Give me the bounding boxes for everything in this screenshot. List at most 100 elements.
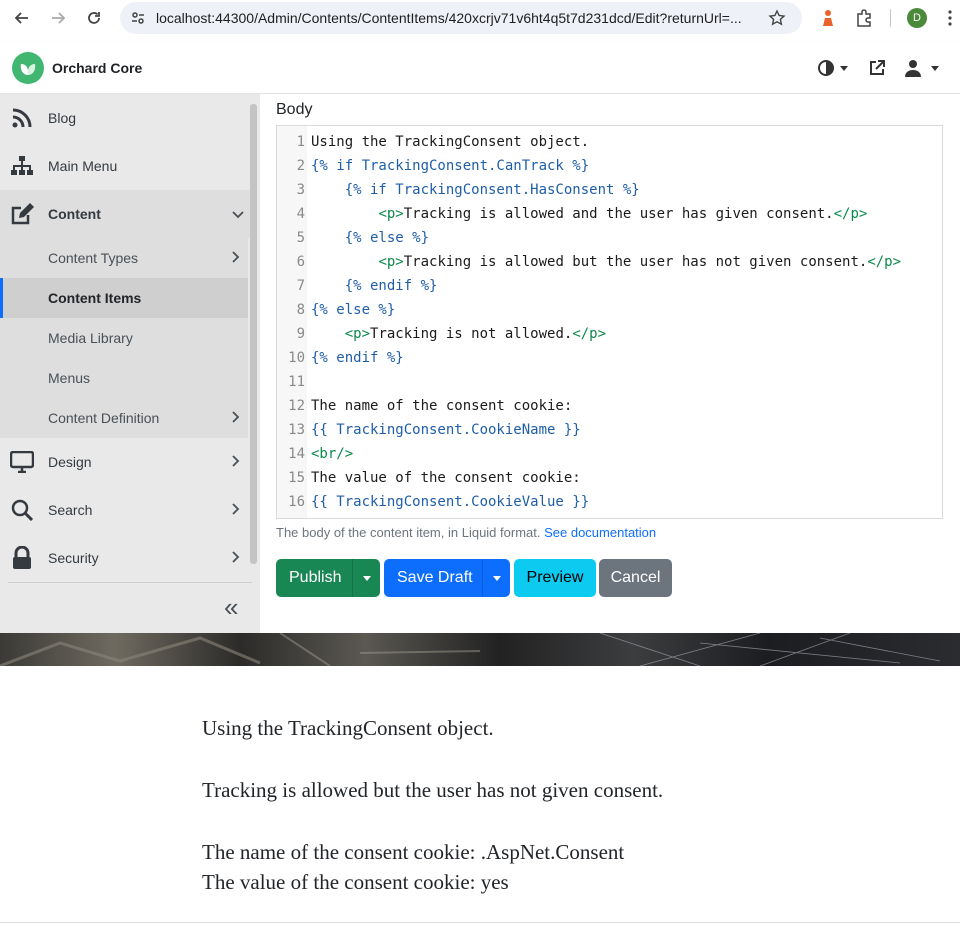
code-line[interactable]: 5 {% else %} (277, 226, 942, 250)
save-draft-dropdown-toggle[interactable] (482, 559, 510, 597)
code-line[interactable]: 15 The value of the consent cookie: (277, 466, 942, 490)
sidebar-item-main-menu[interactable]: Main Menu (0, 142, 252, 190)
body-help-text: The body of the content item, in Liquid … (276, 525, 656, 540)
html-tag-token: <br/> (311, 446, 354, 462)
orchard-logo-icon[interactable] (12, 52, 44, 84)
code-line[interactable]: 6 <p>Tracking is allowed but the user ha… (277, 250, 942, 274)
code-line[interactable]: 14 <br/> (277, 442, 942, 466)
forward-icon[interactable] (48, 8, 68, 28)
line-number: 3 (296, 182, 305, 198)
line-number: 13 (288, 422, 305, 438)
save-draft-button[interactable]: Save Draft (397, 569, 473, 587)
liquid-token: {{ TrackingConsent.CookieName }} (311, 422, 581, 438)
code-text: {% if TrackingConsent.CanTrack %} (311, 154, 589, 178)
line-number: 16 (288, 494, 305, 510)
sidebar-item-menus[interactable]: Menus (0, 358, 248, 398)
content-editor: Body 1 Using the TrackingConsent object. 2… (260, 94, 960, 633)
code-line[interactable]: 8 {% else %} (277, 298, 942, 322)
code-text: {% if TrackingConsent.HasConsent %} (311, 178, 640, 202)
sidebar-item-content-types[interactable]: Content Types (0, 238, 248, 278)
line-number: 5 (296, 230, 305, 246)
html-tag-token: <p> (378, 206, 404, 222)
sidebar-item-label: Content (48, 206, 101, 222)
sidebar-divider (8, 582, 252, 583)
profile-avatar[interactable]: D (907, 8, 927, 28)
publish-dropdown-toggle[interactable] (352, 559, 380, 597)
code-line[interactable]: 13 {{ TrackingConsent.CookieName }} (277, 418, 942, 442)
reload-icon[interactable] (84, 8, 104, 28)
text-token: The name of the consent cookie: (311, 398, 573, 414)
sidebar-item-label: Security (48, 550, 99, 566)
code-line[interactable]: 12 The name of the consent cookie: (277, 394, 942, 418)
sidebar-item-media-library[interactable]: Media Library (0, 318, 248, 358)
code-text: {{ TrackingConsent.CookieValue }} (311, 490, 589, 514)
liquid-code-editor[interactable]: 1 Using the TrackingConsent object. 2 {% if… (276, 125, 943, 519)
back-icon[interactable] (12, 8, 32, 28)
sidebar-item-content[interactable]: Content (0, 190, 252, 238)
liquid-token: {% else %} (311, 302, 396, 318)
sidebar-item-search[interactable]: Search (0, 486, 252, 534)
liquid-token: {{ TrackingConsent.CookieValue }} (311, 494, 590, 510)
code-text: The value of the consent cookie: (311, 466, 581, 490)
sidebar-item-design[interactable]: Design (0, 438, 252, 486)
user-menu-icon[interactable] (904, 58, 939, 78)
preview-button[interactable]: Preview (514, 559, 596, 597)
code-line[interactable]: 2 {% if TrackingConsent.CanTrack %} (277, 154, 942, 178)
code-text: {% endif %} (311, 346, 404, 370)
line-number: 9 (296, 326, 305, 342)
sitemap-icon (10, 154, 34, 178)
more-options-icon[interactable] (944, 8, 956, 28)
puzzle-icon[interactable] (854, 8, 874, 28)
code-line[interactable]: 4 <p>Tracking is allowed and the user ha… (277, 202, 942, 226)
theme-toggle-icon[interactable] (817, 58, 848, 78)
sidebar-item-blog[interactable]: Blog (0, 94, 252, 142)
code-line[interactable]: 3 {% if TrackingConsent.HasConsent %} (277, 178, 942, 202)
code-line[interactable]: 9 <p>Tracking is not allowed.</p> (277, 322, 942, 346)
code-text: {% endif %} (311, 274, 438, 298)
bookmark-star-icon[interactable] (768, 9, 786, 32)
toolbar-divider (890, 9, 891, 27)
line-number: 6 (296, 254, 305, 270)
code-line[interactable]: 16 {{ TrackingConsent.CookieValue }} (277, 490, 942, 514)
browser-toolbar: localhost:44300/Admin/Contents/ContentIt… (0, 0, 960, 36)
rss-icon (10, 106, 34, 130)
external-link-icon[interactable] (868, 58, 886, 78)
publish-button[interactable]: Publish (289, 569, 341, 587)
sidebar-item-security[interactable]: Security (0, 534, 252, 582)
sidebar-item-content-definition[interactable]: Content Definition (0, 398, 248, 438)
line-number: 7 (296, 278, 305, 294)
sidebar-scrollbar[interactable] (250, 104, 257, 564)
collapse-sidebar-button[interactable]: « (224, 594, 238, 620)
body-field-label: Body (276, 101, 313, 118)
code-line[interactable]: 1 Using the TrackingConsent object. (277, 130, 942, 154)
address-bar[interactable]: localhost:44300/Admin/Contents/ContentIt… (120, 2, 802, 34)
liquid-token: {% endif %} (344, 278, 438, 294)
code-text: <br/> (311, 442, 353, 466)
sidebar-item-label: Content Definition (48, 410, 160, 426)
url-text: localhost:44300/Admin/Contents/ContentIt… (156, 10, 742, 26)
code-text: <p>Tracking is allowed but the user has … (311, 250, 901, 274)
sidebar-item-label: Media Library (48, 330, 133, 346)
brand-name[interactable]: Orchard Core (52, 60, 142, 76)
cancel-button[interactable]: Cancel (599, 559, 672, 597)
text-token: Using the TrackingConsent object. (311, 134, 590, 150)
preview-line-cookie-value: The value of the consent cookie: yes (202, 870, 509, 894)
chevron-right-icon (232, 550, 240, 566)
sidebar-item-content-items[interactable]: Content Items (0, 278, 248, 318)
extension-icon[interactable] (818, 8, 838, 28)
html-tag-token: </p> (867, 254, 902, 270)
sidebar-item-label: Design (48, 454, 92, 470)
code-line[interactable]: 11 (277, 370, 942, 394)
site-settings-icon[interactable] (130, 10, 146, 31)
publish-button-group: Publish (276, 559, 380, 597)
hero-image-strip (0, 633, 960, 666)
code-text: Using the TrackingConsent object. (311, 130, 589, 154)
text-token: Tracking is not allowed. (370, 326, 573, 342)
documentation-link[interactable]: See documentation (544, 525, 656, 540)
code-line[interactable]: 7 {% endif %} (277, 274, 942, 298)
code-line[interactable]: 10 {% endif %} (277, 346, 942, 370)
sidebar-item-label: Content Types (48, 250, 139, 266)
